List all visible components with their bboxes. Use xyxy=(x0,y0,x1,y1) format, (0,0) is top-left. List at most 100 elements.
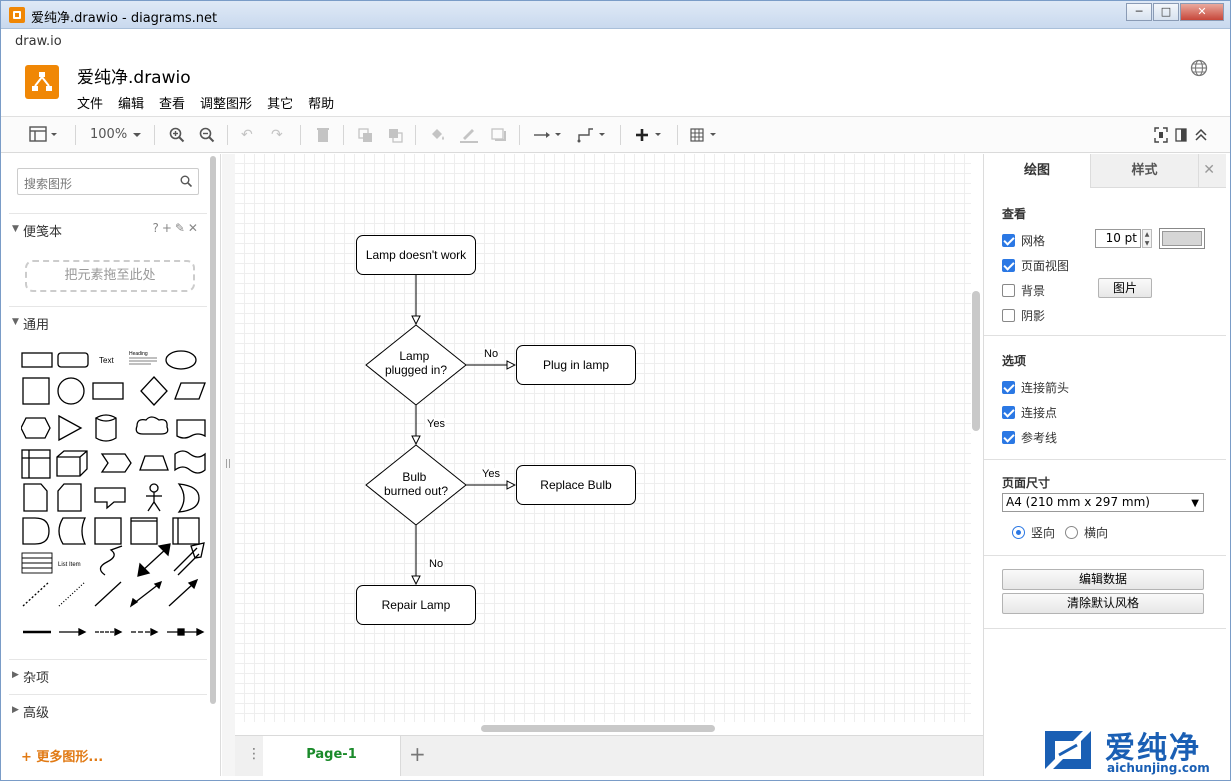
scratchpad-dropzone[interactable]: 把元素拖至此处 xyxy=(25,260,195,292)
scratchpad-title: 便笺本 xyxy=(23,225,63,240)
page-tab-current[interactable]: Page-1 xyxy=(263,736,401,776)
add-page-button[interactable]: + xyxy=(409,742,426,766)
chevron-down-icon: ▼ xyxy=(12,224,19,234)
shape-search-input[interactable]: 搜索图形 xyxy=(17,168,199,195)
fill-color-icon[interactable] xyxy=(429,126,447,144)
line-color-icon[interactable] xyxy=(459,126,479,144)
general-section-header[interactable]: ▼ 通用 xyxy=(9,306,207,336)
grid-size-stepper[interactable]: ▲ ▼ xyxy=(1142,229,1152,248)
shadow-icon[interactable] xyxy=(491,126,507,144)
shape-step xyxy=(100,453,132,473)
node-repair-lamp[interactable]: Repair Lamp xyxy=(356,585,476,625)
table-icon[interactable] xyxy=(690,126,722,144)
shape-note xyxy=(23,483,48,512)
page-view-checkbox[interactable]: 页面视图 xyxy=(1002,257,1069,274)
view-layout-icon[interactable] xyxy=(29,126,59,144)
maximize-button[interactable]: □ xyxy=(1153,3,1179,21)
zoom-level[interactable]: 100% xyxy=(90,126,127,144)
window-titlebar[interactable]: 爱纯净.drawio - diagrams.net ─ □ ✕ xyxy=(1,1,1230,29)
edge-label-no[interactable]: No xyxy=(428,558,445,570)
redo-icon[interactable]: ↷ xyxy=(271,126,283,144)
chevron-down-icon: ▼ xyxy=(12,317,19,327)
background-checkbox[interactable]: 背景 xyxy=(1002,282,1045,299)
canvas-horizontal-scrollbar[interactable] xyxy=(481,725,715,732)
menu-extras[interactable]: 其它 xyxy=(267,93,293,112)
edge-label-yes[interactable]: Yes xyxy=(426,418,446,430)
portrait-radio[interactable]: 竖向 xyxy=(1012,524,1055,541)
app-label: draw.io xyxy=(15,34,62,49)
shape-list-item: List Item xyxy=(58,562,81,568)
shape-or xyxy=(177,483,200,513)
menu-file[interactable]: 文件 xyxy=(77,93,103,112)
zoom-in-icon[interactable] xyxy=(169,126,185,144)
node-replace-bulb[interactable]: Replace Bulb xyxy=(516,465,636,505)
shape-delay xyxy=(22,517,50,545)
canvas-vertical-scrollbar[interactable] xyxy=(972,291,980,431)
general-shapes-palette[interactable]: Text Heading List Item xyxy=(21,350,207,644)
close-icon[interactable]: ✕ xyxy=(1203,162,1215,178)
shape-data-storage xyxy=(58,517,87,545)
close-window-button[interactable]: ✕ xyxy=(1180,3,1224,21)
waypoints-icon[interactable] xyxy=(577,126,609,144)
connection-points-checkbox[interactable]: 连接点 xyxy=(1002,404,1057,421)
insert-icon[interactable] xyxy=(634,126,666,144)
shape-process xyxy=(92,382,124,400)
menu-edit[interactable]: 编辑 xyxy=(118,93,144,112)
shape-parallelogram xyxy=(174,382,206,400)
shape-rectangle xyxy=(21,352,53,368)
to-back-icon[interactable] xyxy=(388,126,404,144)
collapse-icon[interactable] xyxy=(1194,126,1208,144)
menu-view[interactable]: 查看 xyxy=(159,93,185,112)
undo-icon[interactable]: ↶ xyxy=(241,126,253,144)
zoom-out-icon[interactable] xyxy=(199,126,215,144)
edit-data-button[interactable]: 编辑数据 xyxy=(1002,569,1204,590)
scratchpad-tools[interactable]: ?+✎✕ xyxy=(152,221,201,235)
shape-bidirectional-arrow xyxy=(137,543,171,577)
tab-style[interactable]: 样式 xyxy=(1090,154,1198,188)
advanced-title: 高级 xyxy=(23,706,50,721)
to-front-icon[interactable] xyxy=(358,126,374,144)
connection-style-icon[interactable] xyxy=(533,126,565,144)
delete-icon[interactable] xyxy=(316,126,330,144)
fullscreen-icon[interactable] xyxy=(1154,126,1168,144)
grid-color-picker[interactable] xyxy=(1159,228,1205,249)
node-lamp-doesnt-work[interactable]: Lamp doesn't work xyxy=(356,235,476,275)
view-section-title: 查看 xyxy=(1002,207,1027,221)
misc-section-header[interactable]: ▶ 杂项 xyxy=(9,659,207,689)
node-plug-in-lamp[interactable]: Plug in lamp xyxy=(516,345,636,385)
document-title[interactable]: 爱纯净.drawio xyxy=(77,63,191,88)
shadow-checkbox[interactable]: 阴影 xyxy=(1002,307,1045,324)
tab-diagram[interactable]: 绘图 xyxy=(984,154,1090,188)
zoom-dropdown-icon[interactable] xyxy=(131,126,143,144)
sidebar-scrollbar[interactable] xyxy=(210,156,216,704)
guides-checkbox[interactable]: 参考线 xyxy=(1002,429,1057,446)
paper-size-select[interactable]: A4 (210 mm x 297 mm) ▼ xyxy=(1002,493,1204,512)
menu-arrange[interactable]: 调整图形 xyxy=(200,93,252,112)
grid-checkbox[interactable]: 网格 xyxy=(1002,232,1045,249)
shape-connector xyxy=(59,627,87,637)
clear-default-style-button[interactable]: 清除默认风格 xyxy=(1002,593,1204,614)
minimize-button[interactable]: ─ xyxy=(1126,3,1152,21)
search-icon[interactable] xyxy=(180,175,192,187)
shape-textbox: Heading xyxy=(129,351,157,365)
connection-arrows-checkbox[interactable]: 连接箭头 xyxy=(1002,379,1069,396)
more-shapes-button[interactable]: + 更多图形... xyxy=(21,746,103,765)
scratchpad-header[interactable]: ▼ 便笺本 ?+✎✕ xyxy=(9,213,207,243)
shape-dashed-line xyxy=(22,581,50,607)
advanced-section-header[interactable]: ▶ 高级 xyxy=(9,694,207,724)
landscape-radio[interactable]: 横向 xyxy=(1065,524,1108,541)
grid-size-input[interactable]: 10 pt xyxy=(1095,229,1141,248)
shape-curve xyxy=(99,545,123,576)
shape-document xyxy=(176,419,206,439)
edge-label-no[interactable]: No xyxy=(483,348,500,360)
radio-unselected-icon xyxy=(1065,526,1078,539)
format-panel-icon[interactable] xyxy=(1175,126,1187,144)
edge-label-yes[interactable]: Yes xyxy=(481,468,501,480)
sidebar-resize-handle[interactable]: || xyxy=(222,154,235,776)
pages-menu-icon[interactable]: ⋮ xyxy=(247,746,261,762)
background-image-button[interactable]: 图片 xyxy=(1098,278,1152,298)
globe-icon[interactable] xyxy=(1190,59,1208,77)
menu-help[interactable]: 帮助 xyxy=(308,93,334,112)
shape-circle xyxy=(57,377,85,405)
diagram-canvas[interactable]: Lamp plugged in? Bulb burned out? Lamp d… xyxy=(235,154,971,722)
